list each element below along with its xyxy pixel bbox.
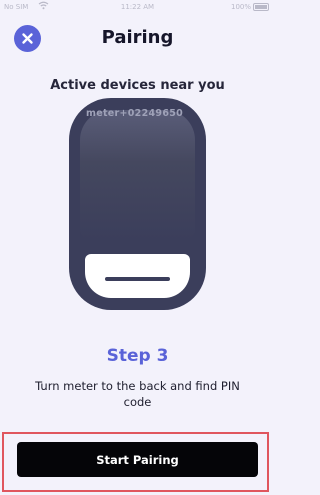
battery-percent: 100% xyxy=(230,3,251,11)
meter-illustration[interactable] xyxy=(69,98,206,310)
step-description: Turn meter to the back and find PIN code xyxy=(35,379,240,409)
devices-heading: Active devices near you xyxy=(50,78,225,93)
meter-screen xyxy=(80,110,195,240)
meter-slot xyxy=(105,277,170,281)
step-title: Step 3 xyxy=(106,346,169,366)
meter-id-label: meter+02249650 xyxy=(86,108,184,119)
battery-icon xyxy=(253,3,269,11)
meter-base xyxy=(85,254,190,298)
page-title: Pairing xyxy=(101,27,174,48)
start-pairing-button[interactable]: Start Pairing xyxy=(17,442,258,477)
status-bar: No SIM 11:22 AM 100% xyxy=(0,0,275,14)
